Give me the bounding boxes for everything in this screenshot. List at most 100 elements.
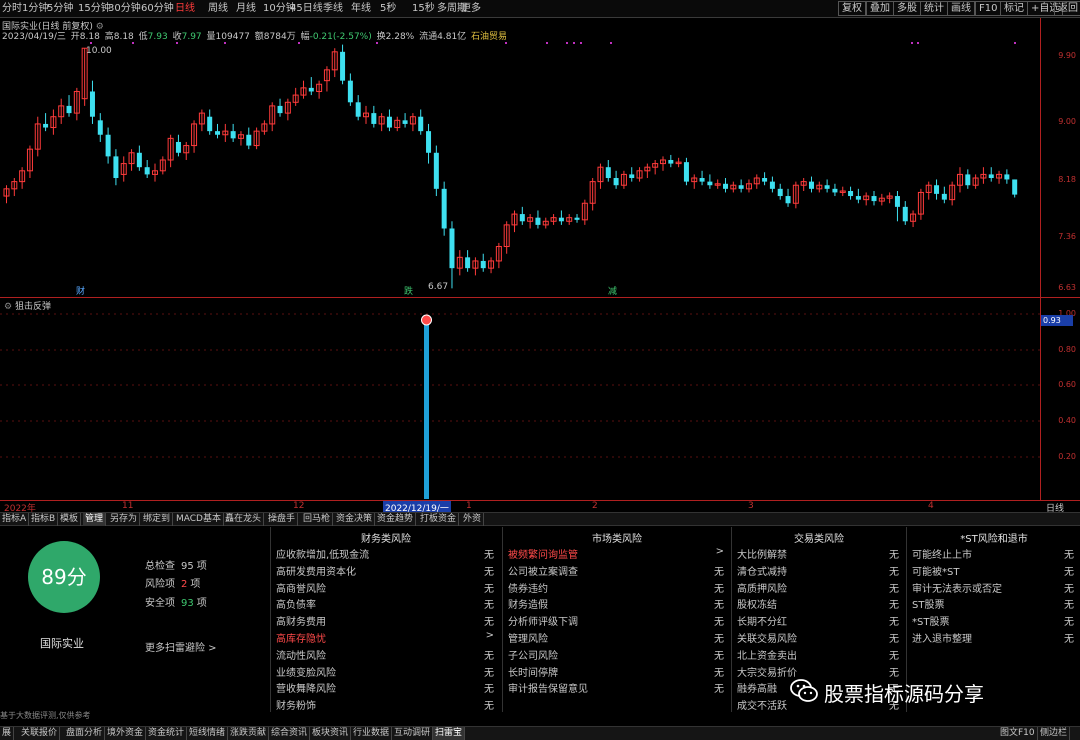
risk-item[interactable]: 可能终止上市 无 xyxy=(912,546,1074,562)
stat-row: 风险项 2 项 xyxy=(145,575,200,590)
risk-item[interactable]: 长期不分红 无 xyxy=(737,613,899,629)
risk-item[interactable]: 高质押风险 无 xyxy=(737,580,899,596)
risk-item[interactable]: 财务造假 无 xyxy=(508,596,724,612)
candle xyxy=(792,181,799,209)
indicator-chart[interactable] xyxy=(0,311,1040,499)
period-14[interactable]: 15秒 xyxy=(412,2,435,16)
status-tab-11[interactable]: 扫雷宝 xyxy=(433,727,466,740)
risk-item[interactable]: ST股票 无 xyxy=(912,596,1074,612)
signal-bar xyxy=(424,321,429,499)
status-tab-10[interactable]: 互动调研 xyxy=(392,727,434,740)
candle xyxy=(292,87,299,106)
toolbar-btn-0[interactable]: 复权 xyxy=(838,1,866,16)
status-tab-9[interactable]: 行业数据 xyxy=(351,727,393,740)
risk-item[interactable]: 债券违约 无 xyxy=(508,580,724,596)
status-right-0[interactable]: 图文F10 xyxy=(998,727,1038,740)
toolbar-btn-5[interactable]: F10 xyxy=(975,1,1002,16)
indicator-tab-4[interactable]: 另存为 xyxy=(108,513,141,526)
period-8[interactable]: 月线 xyxy=(236,2,256,16)
toolbar-btn-4[interactable]: 画线 xyxy=(947,1,975,16)
indicator-tab-1[interactable]: 指标B xyxy=(29,513,59,526)
event-marker-die[interactable]: 跌 xyxy=(404,286,413,297)
candle xyxy=(581,199,588,225)
risk-item[interactable]: 股权冻结 无 xyxy=(737,596,899,612)
risk-item[interactable]: 审计无法表示或否定 无 xyxy=(912,580,1074,596)
risk-item[interactable]: 进入退市整理 无 xyxy=(912,630,1074,646)
risk-item[interactable]: 财务粉饰 无 xyxy=(276,697,494,713)
risk-item[interactable]: 应收款增加,低现金流 无 xyxy=(276,546,494,562)
status-tab-7[interactable]: 综合资讯 xyxy=(269,727,311,740)
status-tab-8[interactable]: 板块资讯 xyxy=(310,727,352,740)
indicator-tab-5[interactable]: 绑定到 xyxy=(141,513,174,526)
event-marker-cai[interactable]: 财 xyxy=(76,285,85,297)
risk-item[interactable]: 清仓式减持 无 xyxy=(737,563,899,579)
risk-item[interactable]: 管理风险 无 xyxy=(508,630,724,646)
risk-column-title: 市场类风险 xyxy=(592,534,642,545)
indicator-tab-0[interactable]: 指标A xyxy=(0,513,30,526)
indicator-tab-13[interactable]: 外资 xyxy=(461,513,485,526)
period-6[interactable]: 日线 xyxy=(175,2,195,16)
indicator-tab-2[interactable]: 模板 xyxy=(58,513,82,526)
status-right-1[interactable]: 侧边栏 xyxy=(1038,727,1071,740)
status-tab-4[interactable]: 资金统计 xyxy=(146,727,188,740)
indicator-tab-6[interactable]: MACD基本 xyxy=(174,513,224,526)
period-3[interactable]: 15分钟 xyxy=(78,2,111,16)
status-tab-1[interactable]: 关联报价 xyxy=(19,727,61,740)
risk-item[interactable]: 北上资金卖出 无 xyxy=(737,647,899,663)
status-tab-2[interactable]: 盘面分析 xyxy=(64,727,106,740)
indicator-tab-12[interactable]: 打板资金 xyxy=(418,513,460,526)
period-1[interactable]: 1分钟 xyxy=(22,2,48,16)
period-13[interactable]: 5秒 xyxy=(380,2,396,16)
period-16[interactable]: 更多 xyxy=(461,2,481,16)
status-tab-3[interactable]: 境外资金 xyxy=(105,727,147,740)
status-tab-0[interactable]: 展 xyxy=(0,727,15,740)
candle xyxy=(745,179,752,193)
period-7[interactable]: 周线 xyxy=(208,2,228,16)
indicator-tab-11[interactable]: 资金趋势 xyxy=(375,513,417,526)
period-2[interactable]: 5分钟 xyxy=(47,2,73,16)
toolbar-btn-3[interactable]: 统计 xyxy=(920,1,948,16)
toolbar-btn-2[interactable]: 多股 xyxy=(893,1,921,16)
risk-item[interactable]: 营收舞降风险 无 xyxy=(276,680,494,696)
more-scan-link[interactable]: 更多扫雷避险 > xyxy=(145,639,217,654)
risk-item[interactable]: 长时间停牌 无 xyxy=(508,664,724,680)
status-tab-6[interactable]: 涨跌贡献 xyxy=(228,727,270,740)
toolbar-btn-1[interactable]: 叠加 xyxy=(866,1,894,16)
period-5[interactable]: 60分钟 xyxy=(141,2,174,16)
indicator-tab-3[interactable]: 管理 xyxy=(83,513,107,526)
period-12[interactable]: 年线 xyxy=(351,2,371,16)
risk-item[interactable]: 审计报告保留意见 无 xyxy=(508,680,724,696)
candle xyxy=(371,105,377,128)
risk-item[interactable]: 被频繁问询监管 > xyxy=(508,546,724,562)
risk-item[interactable]: 分析师评级下调 无 xyxy=(508,613,724,629)
period-10[interactable]: 45日线 xyxy=(290,2,323,16)
risk-item[interactable]: 可能被*ST 无 xyxy=(912,563,1074,579)
indicator-tab-8[interactable]: 操盘手 xyxy=(266,513,299,526)
risk-item[interactable]: 公司被立案调查 无 xyxy=(508,563,724,579)
event-marker-jian[interactable]: 减 xyxy=(608,285,617,297)
risk-item[interactable]: 关联交易风险 无 xyxy=(737,630,899,646)
candle xyxy=(340,44,346,85)
risk-item[interactable]: 业绩变脸风险 无 xyxy=(276,664,494,680)
status-tab-5[interactable]: 短线情绪 xyxy=(187,727,229,740)
risk-item[interactable]: 高负债率 无 xyxy=(276,596,494,612)
indicator-tab-7[interactable]: 矗在龙头 xyxy=(223,513,265,526)
toolbar-btn-8[interactable]: 返回 xyxy=(1054,1,1080,16)
period-4[interactable]: 30分钟 xyxy=(108,2,141,16)
toolbar-btn-6[interactable]: 标记 xyxy=(1000,1,1028,16)
indicator-tab-9[interactable]: 回马枪 xyxy=(301,513,334,526)
indicator-tab-10[interactable]: 资金决策 xyxy=(334,513,376,526)
risk-item[interactable]: 子公司风险 无 xyxy=(508,647,724,663)
risk-item[interactable]: 高库存隐忧 > xyxy=(276,630,494,646)
period-11[interactable]: 季线 xyxy=(323,2,343,16)
risk-item[interactable]: 高财务费用 无 xyxy=(276,613,494,629)
risk-item[interactable]: *ST股票 无 xyxy=(912,613,1074,629)
risk-item-label: 融券高融 xyxy=(737,684,777,696)
candle xyxy=(574,214,580,223)
risk-item[interactable]: 高商誉风险 无 xyxy=(276,580,494,596)
period-0[interactable]: 分时 xyxy=(2,2,22,16)
risk-item[interactable]: 高研发费用资本化 无 xyxy=(276,563,494,579)
risk-item[interactable]: 流动性风险 无 xyxy=(276,647,494,663)
candlestick-chart[interactable]: 10.00 6.67 财 跌 减 xyxy=(0,41,1040,297)
risk-item[interactable]: 大比例解禁 无 xyxy=(737,546,899,562)
